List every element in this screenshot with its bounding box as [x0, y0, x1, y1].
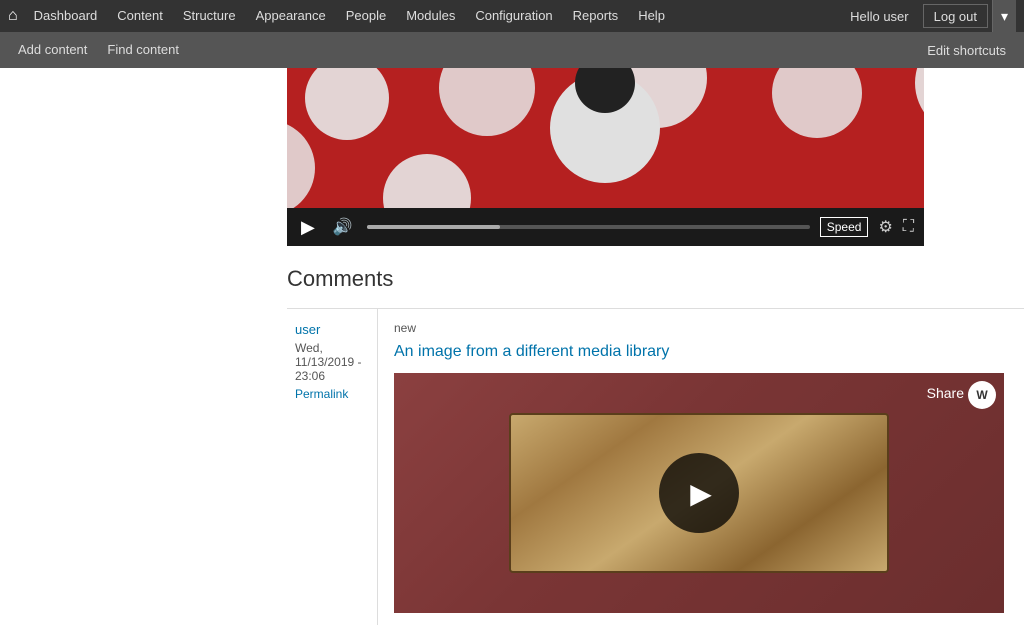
comment-author-info: user Wed, 11/13/2019 - 23:06 Permalink — [287, 309, 377, 625]
nav-item-structure[interactable]: Structure — [173, 0, 246, 32]
progress-fill — [367, 225, 500, 229]
nav-item-modules[interactable]: Modules — [396, 0, 465, 32]
nav-item-people[interactable]: People — [336, 0, 396, 32]
comment-body: new An image from a different media libr… — [377, 309, 1024, 625]
nav-item-configuration[interactable]: Configuration — [465, 0, 562, 32]
hello-user-text: Hello user — [840, 9, 919, 24]
play-triangle-icon: ▶ — [690, 477, 712, 510]
share-button[interactable]: Share — [927, 385, 964, 401]
video-player: ▶ 🔊 Speed ⚙ ⛶ — [287, 68, 924, 246]
comment-author-date: Wed, 11/13/2019 - 23:06 — [295, 341, 369, 383]
comment-item: user Wed, 11/13/2019 - 23:06 Permalink n… — [287, 308, 1024, 625]
fullscreen-button[interactable]: ⛶ — [903, 218, 914, 236]
nav-item-reports[interactable]: Reports — [563, 0, 629, 32]
nav-dropdown-button[interactable]: ▾ — [992, 0, 1016, 32]
nav-item-appearance[interactable]: Appearance — [246, 0, 336, 32]
play-button[interactable]: ▶ — [297, 215, 319, 240]
video-controls-bar: ▶ 🔊 Speed ⚙ ⛶ — [287, 208, 924, 246]
chevron-down-icon: ▾ — [1001, 8, 1008, 25]
speed-button[interactable]: Speed — [820, 217, 869, 237]
add-content-link[interactable]: Add content — [8, 32, 97, 68]
video-play-overlay[interactable]: ▶ — [659, 453, 739, 533]
comment-author-name[interactable]: user — [295, 322, 320, 337]
comments-section: Comments user Wed, 11/13/2019 - 23:06 Pe… — [0, 246, 1024, 625]
nav-item-dashboard[interactable]: Dashboard — [24, 0, 108, 32]
top-navigation: ⌂ Dashboard Content Structure Appearance… — [0, 0, 1024, 32]
settings-button[interactable]: ⚙ — [878, 217, 892, 237]
comment-article-title-link[interactable]: An image from a different media library — [394, 343, 1008, 361]
comments-title: Comments — [287, 266, 1024, 292]
main-content: ▶ 🔊 Speed ⚙ ⛶ Comments user Wed, 11/13/2… — [0, 68, 1024, 625]
nav-item-content[interactable]: Content — [107, 0, 173, 32]
w-icon[interactable]: W — [968, 381, 996, 409]
video-thumbnail — [287, 68, 924, 208]
video-background — [287, 68, 924, 208]
logout-button[interactable]: Log out — [923, 4, 988, 28]
secondary-toolbar: Add content Find content Edit shortcuts — [0, 32, 1024, 68]
comment-new-badge: new — [394, 321, 1008, 335]
progress-bar[interactable] — [367, 225, 810, 229]
comment-permalink-link[interactable]: Permalink — [295, 387, 369, 401]
nav-item-help[interactable]: Help — [628, 0, 675, 32]
polka-dot-pattern — [287, 68, 924, 208]
edit-shortcuts-link[interactable]: Edit shortcuts — [917, 43, 1016, 58]
find-content-link[interactable]: Find content — [97, 32, 189, 68]
volume-button[interactable]: 🔊 — [329, 215, 357, 239]
comment-image-container: Share W ▶ — [394, 373, 1004, 613]
home-icon[interactable]: ⌂ — [8, 7, 18, 25]
